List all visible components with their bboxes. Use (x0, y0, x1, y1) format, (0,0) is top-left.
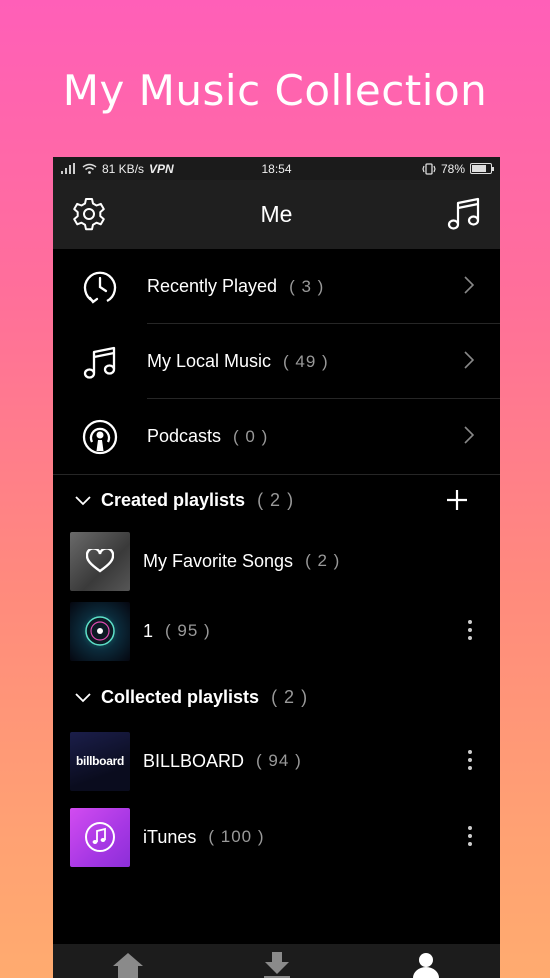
playlist-item[interactable]: billboard BILLBOARD ( 94 ) (53, 723, 500, 799)
download-icon (263, 952, 290, 978)
vpn-badge: VPN (149, 161, 174, 176)
itunes-icon (85, 822, 115, 852)
section-count: ( 2 ) (257, 490, 295, 510)
menu-count: ( 0 ) (233, 426, 269, 446)
created-playlists-header[interactable]: Created playlists ( 2 ) (53, 475, 500, 526)
vibrate-icon (422, 162, 436, 175)
podcast-icon (82, 419, 118, 454)
now-playing-button[interactable] (444, 194, 484, 234)
nav-me[interactable] (351, 944, 500, 978)
battery-percent: 78% (440, 161, 465, 176)
heart-icon (86, 549, 114, 573)
battery-icon (470, 163, 494, 174)
menu-label: My Local Music (147, 351, 272, 371)
gear-icon (73, 198, 105, 231)
music-note-icon (447, 197, 480, 230)
music-note-icon (83, 346, 116, 379)
nav-downloads[interactable] (202, 944, 351, 978)
menu-recently-played[interactable]: Recently Played ( 3 ) (53, 249, 500, 324)
signal-icon (61, 163, 75, 174)
playlist-item[interactable]: iTunes ( 100 ) (53, 799, 500, 875)
playlist-thumbnail (70, 601, 130, 661)
playlist-count: ( 2 ) (305, 551, 341, 570)
playlist-label: BILLBOARD (143, 750, 245, 771)
chevron-right-icon (464, 351, 474, 369)
home-icon (112, 953, 143, 978)
chevron-right-icon (464, 426, 474, 444)
section-count: ( 2 ) (271, 687, 309, 707)
playlist-label: My Favorite Songs (143, 550, 294, 571)
page-title: Me (260, 201, 293, 227)
playlist-item[interactable]: My Favorite Songs ( 2 ) (53, 526, 500, 596)
album-art-icon (85, 616, 115, 646)
playlist-thumbnail (70, 807, 130, 867)
clock-icon (83, 271, 117, 304)
menu-local-music[interactable]: My Local Music ( 49 ) (53, 324, 500, 399)
menu-label: Recently Played (147, 276, 278, 296)
status-bar: 81 KB/s VPN 18:54 78% (53, 157, 500, 180)
section-title: Created playlists (101, 490, 246, 510)
playlist-count: ( 95 ) (165, 621, 211, 640)
playlist-thumbnail: billboard (70, 731, 130, 791)
chevron-right-icon (464, 276, 474, 294)
library-menu: Recently Played ( 3 ) My Local Music ( 4… (53, 249, 500, 474)
bottom-nav (53, 944, 500, 978)
chevron-down-icon (75, 495, 91, 505)
nav-home[interactable] (53, 944, 202, 978)
menu-count: ( 49 ) (283, 351, 329, 371)
playlist-item[interactable]: 1 ( 95 ) (53, 596, 500, 666)
section-title: Collected playlists (101, 687, 260, 707)
playlist-label: 1 (143, 620, 154, 641)
promo-title: My Music Collection (62, 66, 488, 115)
playlist-count: ( 94 ) (256, 751, 302, 770)
menu-count: ( 3 ) (289, 276, 325, 296)
profile-icon (412, 953, 439, 978)
phone-screen: 81 KB/s VPN 18:54 78% Me Recently Played… (53, 157, 500, 978)
playlist-thumbnail (70, 531, 130, 591)
more-options-button[interactable] (466, 750, 474, 774)
network-speed: 81 KB/s (102, 161, 145, 176)
app-header: Me (53, 180, 500, 249)
wifi-icon (82, 163, 97, 174)
menu-label: Podcasts (147, 426, 222, 446)
more-options-button[interactable] (466, 826, 474, 850)
chevron-down-icon (75, 692, 91, 702)
menu-podcasts[interactable]: Podcasts ( 0 ) (53, 399, 500, 474)
settings-button[interactable] (69, 194, 109, 234)
playlist-count: ( 100 ) (208, 827, 265, 846)
add-playlist-button[interactable] (446, 489, 468, 511)
more-options-button[interactable] (466, 620, 474, 644)
playlist-label: iTunes (143, 826, 197, 847)
billboard-logo: billboard (76, 754, 124, 768)
collected-playlists-header[interactable]: Collected playlists ( 2 ) (53, 672, 500, 723)
